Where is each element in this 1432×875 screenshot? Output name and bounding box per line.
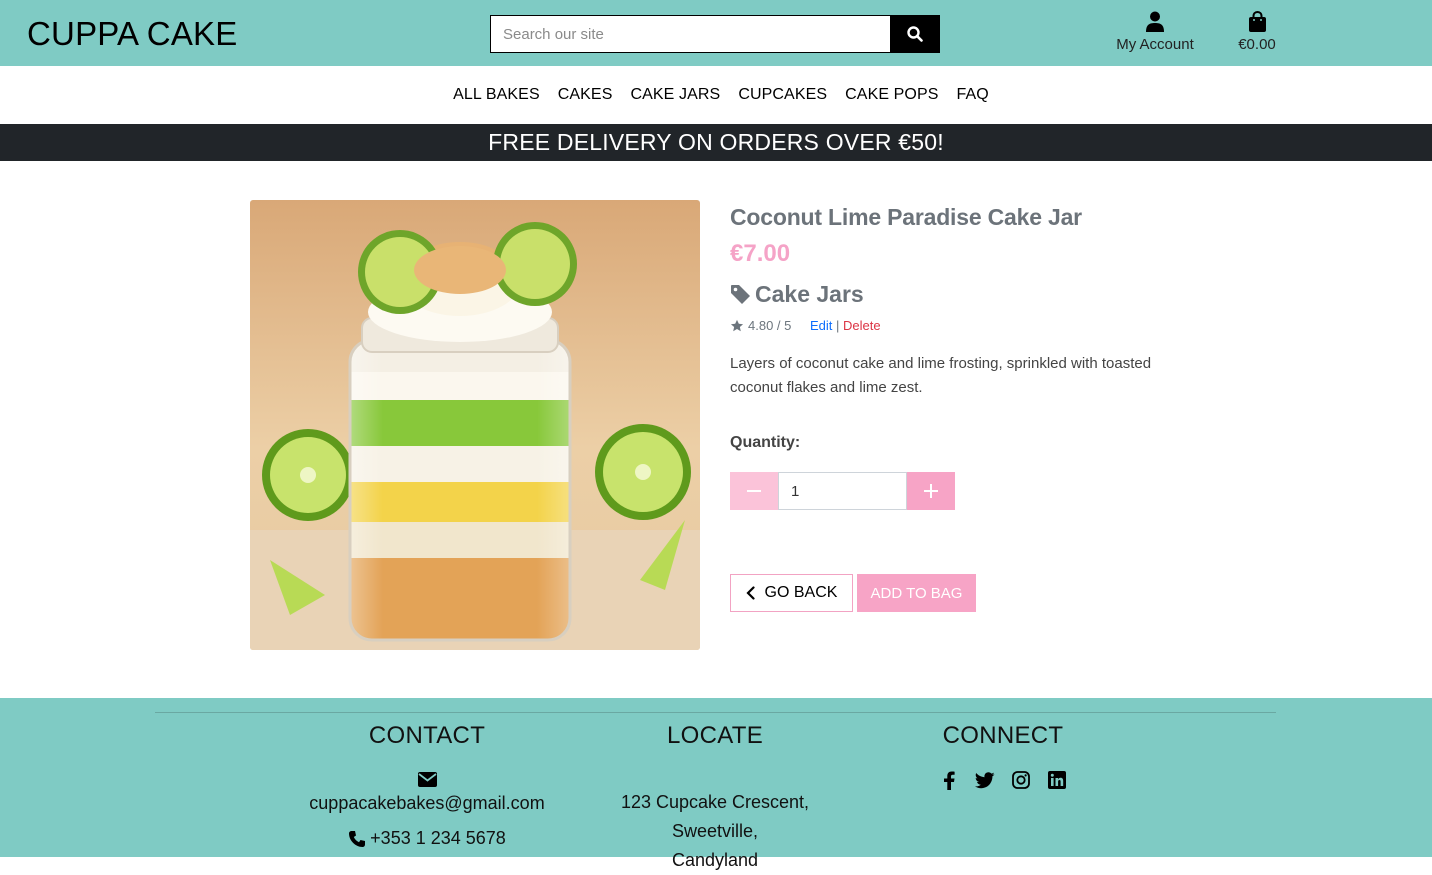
increment-button[interactable] (907, 472, 955, 510)
product-price: €7.00 (730, 240, 791, 267)
site-footer: CONTACT cuppacakebakes@gmail.com +353 1 … (0, 698, 1432, 870)
nav-item-all-bakes[interactable]: ALL BAKES (453, 86, 540, 104)
product-description: Layers of coconut cake and lime frosting… (730, 355, 1152, 396)
top-bar: CUPPA CAKE My Account €0.00 (0, 0, 1432, 66)
contact-phone[interactable]: +353 1 234 5678 (277, 824, 577, 853)
my-account-label: My Account (1116, 36, 1194, 53)
main-nav: ALL BAKES CAKES CAKE JARS CUPCAKES CAKE … (0, 66, 1432, 124)
minus-icon (747, 490, 761, 492)
user-icon (1146, 11, 1164, 32)
contact-heading: CONTACT (368, 722, 486, 749)
facebook-icon[interactable] (939, 770, 959, 790)
nav-item-cake-pops[interactable]: CAKE POPS (845, 86, 938, 104)
twitter-icon[interactable] (975, 770, 995, 790)
add-to-bag-button[interactable]: ADD TO BAG (857, 574, 976, 612)
product-category-label: Cake Jars (755, 281, 864, 307)
footer-connect: CONNECT (853, 722, 1153, 790)
connect-heading: CONNECT (942, 722, 1064, 749)
bag-total: €0.00 (1238, 36, 1276, 53)
address-line-2: Sweetville, (671, 821, 759, 841)
contact-phone-number: +353 1 234 5678 (370, 828, 506, 848)
locate-heading: LOCATE (666, 722, 764, 749)
delete-link[interactable]: Delete (843, 318, 881, 333)
product-category[interactable]: Cake Jars (730, 281, 864, 308)
social-links (853, 770, 1153, 790)
admin-separator: | (836, 318, 840, 333)
shopping-bag-link[interactable]: €0.00 (1226, 10, 1288, 53)
shopping-bag-icon (1248, 11, 1266, 32)
search-form (490, 15, 940, 53)
quantity-input[interactable] (778, 472, 907, 510)
search-button[interactable] (890, 15, 940, 53)
address-line-1: 123 Cupcake Crescent, (620, 792, 810, 812)
nav-item-cupcakes[interactable]: CUPCAKES (738, 86, 827, 104)
product-rating: 4.80 / 5 (730, 318, 791, 333)
decrement-button[interactable] (730, 472, 778, 510)
quantity-label: Quantity: (730, 434, 801, 451)
nav-item-cake-jars[interactable]: CAKE JARS (630, 86, 720, 104)
address-line-3: Candyland (671, 850, 759, 870)
rating-value: 4.80 / 5 (748, 318, 792, 333)
plus-icon (924, 484, 938, 498)
go-back-label: GO BACK (764, 584, 838, 601)
my-account-link[interactable]: My Account (1104, 10, 1206, 53)
footer-locate: LOCATE 123 Cupcake Crescent, Sweetville,… (565, 722, 865, 875)
instagram-icon[interactable] (1011, 770, 1031, 790)
star-icon (730, 319, 744, 331)
tag-icon (731, 285, 750, 304)
envelope-icon (277, 772, 577, 787)
edit-link[interactable]: Edit (810, 318, 832, 333)
go-back-button[interactable]: GO BACK (730, 574, 853, 612)
delivery-banner: FREE DELIVERY ON ORDERS OVER €50! (0, 124, 1432, 161)
product-name: Coconut Lime Paradise Cake Jar (730, 204, 1082, 230)
product-image (250, 200, 700, 650)
site-logo[interactable]: CUPPA CAKE (27, 15, 237, 53)
footer-divider (155, 712, 1276, 713)
admin-links: Edit | Delete (810, 318, 881, 333)
search-icon (907, 26, 923, 42)
footer-contact: CONTACT cuppacakebakes@gmail.com +353 1 … (277, 722, 577, 853)
phone-icon (349, 830, 366, 847)
chevron-left-icon (745, 586, 755, 600)
contact-email[interactable]: cuppacakebakes@gmail.com (277, 789, 577, 818)
quantity-stepper (730, 472, 955, 510)
linkedin-icon[interactable] (1047, 770, 1067, 790)
search-input[interactable] (490, 15, 890, 53)
nav-item-faq[interactable]: FAQ (957, 86, 989, 104)
nav-item-cakes[interactable]: CAKES (558, 86, 613, 104)
